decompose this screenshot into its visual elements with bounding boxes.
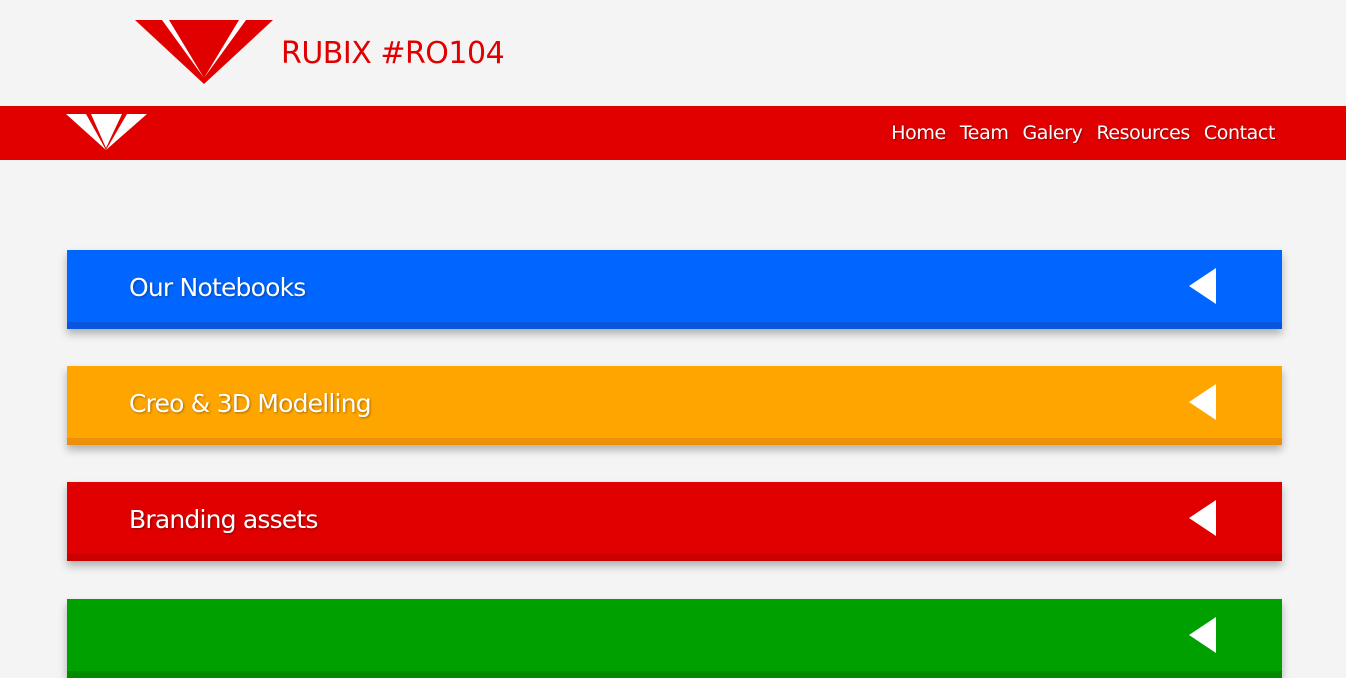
panel-label: Our Notebooks (129, 273, 306, 302)
panel-our-notebooks[interactable]: Our Notebooks (67, 250, 1282, 329)
panel-edge (67, 554, 1282, 561)
nav-link-team[interactable]: Team (960, 122, 1009, 144)
caret-left-icon[interactable] (1189, 268, 1216, 304)
panel-edge (67, 438, 1282, 445)
panel-edge (67, 322, 1282, 329)
navbar: Home Team Galery Resources Contact (0, 106, 1346, 160)
nav-menu: Home Team Galery Resources Contact (891, 106, 1275, 160)
panel-label: Creo & 3D Modelling (129, 389, 372, 418)
caret-left-icon[interactable] (1189, 500, 1216, 536)
caret-left-icon[interactable] (1189, 384, 1216, 420)
nav-link-resources[interactable]: Resources (1096, 122, 1190, 144)
nav-link-home[interactable]: Home (891, 122, 946, 144)
panel-creo-3d-modelling[interactable]: Creo & 3D Modelling (67, 366, 1282, 445)
rubix-logo-small-icon[interactable] (66, 114, 147, 152)
site-header: RUBIX #RO104 (0, 0, 1346, 106)
site-title: RUBIX #RO104 (281, 36, 505, 71)
panel-label: Branding assets (129, 505, 318, 534)
panel-branding-assets[interactable]: Branding assets (67, 482, 1282, 561)
nav-link-contact[interactable]: Contact (1204, 122, 1276, 144)
caret-left-icon[interactable] (1189, 617, 1216, 653)
panel-green[interactable] (67, 599, 1282, 678)
rubix-logo-icon[interactable] (135, 20, 273, 86)
nav-link-galery[interactable]: Galery (1022, 122, 1082, 144)
panel-edge (67, 671, 1282, 678)
